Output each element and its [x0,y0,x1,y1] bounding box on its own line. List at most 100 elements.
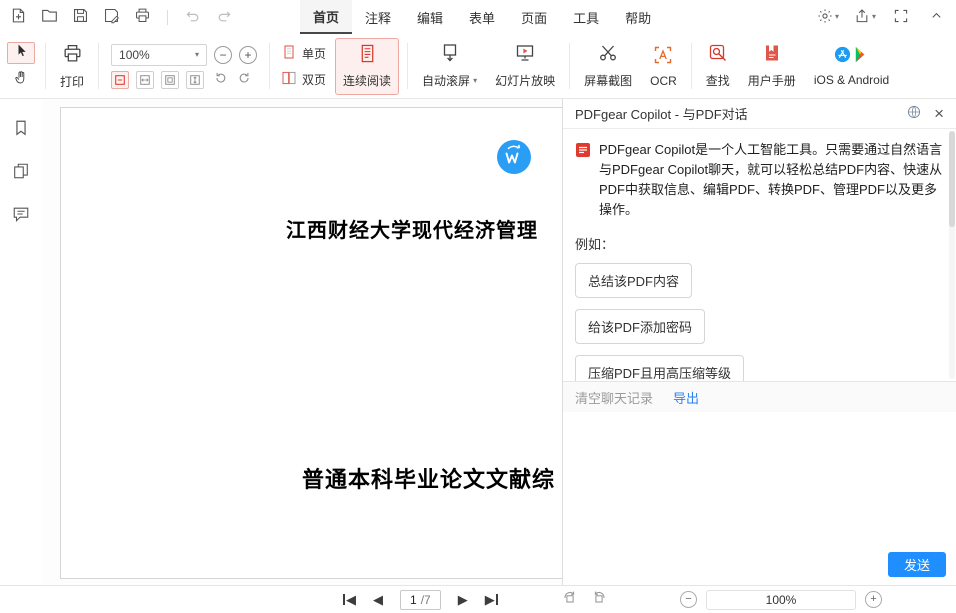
suggestion-compress-button[interactable]: 压缩PDF且用高压缩等级 [575,355,744,381]
word-convert-logo-icon [496,139,532,175]
copilot-title: PDFgear Copilot - 与PDF对话 [575,104,906,123]
comments-panel-button[interactable] [10,205,32,227]
save-button[interactable] [70,7,90,27]
tab-tools[interactable]: 工具 [560,0,612,34]
copilot-bot-icon [575,142,591,221]
manual-book-icon [762,43,782,66]
export-chat-button[interactable]: 导出 [673,388,699,407]
actual-size-button[interactable] [111,71,129,89]
zoom-in-button[interactable]: + [239,46,257,64]
clear-chat-button[interactable]: 清空聊天记录 [575,388,653,407]
share-button[interactable]: ▾ [854,8,876,27]
tab-help[interactable]: 帮助 [612,0,664,34]
tab-edit[interactable]: 编辑 [404,0,456,34]
new-file-icon [10,7,27,27]
quick-print-button[interactable] [132,7,152,27]
statusbar-zoom-out-button[interactable]: − [680,591,697,608]
fit-page-button[interactable] [161,71,179,89]
example-label: 例如： [575,234,944,253]
undo-button[interactable] [183,7,203,27]
page-total: /7 [421,593,431,607]
undo-icon [185,8,201,27]
save-as-button[interactable] [101,7,121,27]
statusbar-zoom-value[interactable]: 100% [706,590,856,610]
rotate-cw-icon [238,71,252,90]
first-page-button[interactable]: ◀ [343,593,356,606]
page-layout-group: 单页 双页 [275,44,332,89]
last-page-button[interactable]: ▶ [485,593,498,606]
first-page-icon [343,594,345,605]
select-tool-button[interactable] [7,42,35,64]
chevron-down-icon: ▾ [835,13,839,21]
tab-page[interactable]: 页面 [508,0,560,34]
user-manual-button[interactable]: 用户手册 [739,39,805,93]
new-file-button[interactable] [8,7,28,27]
statusbar-zoom-in-button[interactable]: + [865,591,882,608]
copilot-scrollbar[interactable] [949,131,955,379]
statusbar-rotate-right-button[interactable] [591,590,607,609]
pdfgear-window: 首页 注释 编辑 表单 页面 工具 帮助 ▾ ▾ [0,0,956,613]
navigation-sidebar [0,99,42,585]
tab-annotate[interactable]: 注释 [352,0,404,34]
fullscreen-icon [893,8,909,27]
statusbar-rotate-left-button[interactable] [562,590,578,609]
copilot-close-button[interactable]: × [934,105,944,122]
single-page-label: 单页 [302,45,326,62]
search-icon [708,43,728,66]
menu-tabs: 首页 注释 编辑 表单 页面 工具 帮助 [300,0,664,34]
screenshot-button[interactable]: 屏幕截图 [575,39,641,93]
suggestion-password-button[interactable]: 给该PDF添加密码 [575,309,705,344]
find-button[interactable]: 查找 [697,39,739,93]
copilot-actions: 清空聊天记录 导出 [563,382,956,412]
language-button[interactable] [906,104,922,123]
settings-button[interactable]: ▾ [817,8,839,27]
rotate-ccw-button[interactable] [211,71,229,89]
tab-home[interactable]: 首页 [300,0,352,34]
collapse-ribbon-button[interactable] [926,7,946,27]
bookmarks-panel-button[interactable] [10,119,32,141]
mobile-apps-button[interactable]: iOS & Android [805,41,898,91]
slideshow-icon [515,43,535,66]
page-navigation: ◀ ◀ 1 /7 ▶ ▶ [343,586,498,613]
statusbar: ◀ ◀ 1 /7 ▶ ▶ − 100% + [0,585,956,613]
fit-width-button[interactable] [136,71,154,89]
open-folder-icon [41,7,58,27]
slideshow-button[interactable]: 幻灯片放映 [486,39,564,93]
slideshow-label: 幻灯片放映 [495,72,555,89]
thumbnails-panel-button[interactable] [10,162,32,184]
fullscreen-button[interactable] [891,7,911,27]
chevron-down-icon: ▾ [195,51,199,59]
fit-height-button[interactable] [186,71,204,89]
tab-form[interactable]: 表单 [456,0,508,34]
continuous-reading-label: 连续阅读 [343,72,391,89]
hand-tool-button[interactable] [7,69,35,91]
auto-scroll-button[interactable]: 自动滚屏▾ [413,39,486,93]
screenshot-label: 屏幕截图 [584,72,632,89]
scrollbar-thumb[interactable] [949,131,955,227]
double-page-icon [281,70,297,89]
chevron-up-icon [929,8,944,26]
open-file-button[interactable] [39,7,59,27]
single-page-button[interactable]: 单页 [281,44,326,63]
ocr-button[interactable]: OCR [641,41,686,92]
suggestion-summarize-button[interactable]: 总结该PDF内容 [575,263,692,298]
zoom-select[interactable]: 100% ▾ [111,44,207,66]
send-button[interactable]: 发送 [888,552,946,577]
ocr-icon [653,45,673,68]
redo-button[interactable] [214,7,234,27]
next-page-button[interactable]: ▶ [458,593,468,606]
gear-icon [817,8,833,27]
mobile-apps-label: iOS & Android [814,73,889,87]
zoom-out-button[interactable]: − [214,46,232,64]
rotate-cw-button[interactable] [236,71,254,89]
separator [45,43,46,89]
document-subtitle-text: 普通本科毕业论文文献综 [302,462,555,494]
double-page-button[interactable]: 双页 [281,70,326,89]
previous-page-button[interactable]: ◀ [373,593,383,606]
print-button[interactable]: 打印 [51,39,93,94]
zoom-controls: 100% ▾ − + [104,44,264,89]
copilot-header: PDFgear Copilot - 与PDF对话 × [563,99,956,129]
continuous-reading-button[interactable]: 连续阅读 [335,38,399,95]
pdf-page[interactable]: 江西财经大学现代经济管理 普通本科毕业论文文献综 [60,107,562,579]
page-number-input[interactable]: 1 /7 [400,590,441,610]
